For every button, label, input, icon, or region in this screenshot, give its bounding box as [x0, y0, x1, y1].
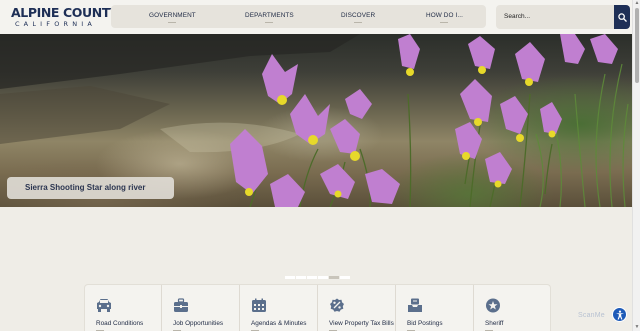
search-button[interactable] [614, 5, 630, 29]
search-box: Search... [496, 5, 630, 29]
search-icon [617, 12, 627, 22]
quick-link-road-conditions[interactable]: Road Conditions [85, 285, 162, 331]
quick-link-property-tax-bills[interactable]: View Property Tax Bills [318, 285, 396, 331]
tray-icon [408, 298, 422, 312]
hero-caption: Sierra Shooting Star along river [7, 177, 174, 199]
scroll-up-arrow[interactable]: ▲ [634, 0, 640, 6]
nav-item-discover[interactable]: DISCOVER [341, 12, 375, 23]
hero-caption-text: Sierra Shooting Star along river [25, 183, 146, 192]
quick-link-label: Job Opportunities [173, 320, 224, 331]
scrollbar-thumb[interactable] [635, 8, 639, 83]
nav-item-government[interactable]: GOVERNMENT [149, 12, 196, 23]
page-scrollbar[interactable]: ▲ ▼ [632, 0, 640, 331]
slide-dot-5[interactable] [329, 276, 339, 279]
quick-link-label: Agendas & Minutes [251, 320, 307, 331]
quick-link-job-opportunities[interactable]: Job Opportunities [162, 285, 240, 331]
hero-slideshow[interactable]: Sierra Shooting Star along river [0, 34, 632, 207]
star-badge-icon [486, 298, 500, 313]
scanme-watermark: ScanMe [578, 312, 605, 319]
main-nav: GOVERNMENT DEPARTMENTS DISCOVER HOW DO I… [111, 5, 486, 28]
scroll-down-arrow[interactable]: ▼ [634, 324, 640, 330]
quick-link-label: Bid Postings [407, 320, 443, 331]
slide-dot-6[interactable] [340, 276, 350, 279]
percent-badge-icon [330, 298, 344, 312]
slide-dot-4[interactable] [318, 276, 328, 279]
slide-indicators [285, 276, 350, 279]
accessibility-button[interactable] [612, 307, 627, 322]
briefcase-icon [174, 298, 188, 312]
logo-subtitle: CALIFORNIA [14, 20, 97, 28]
quick-link-agendas-minutes[interactable]: Agendas & Minutes [240, 285, 318, 331]
slide-dot-2[interactable] [296, 276, 306, 279]
quick-link-sheriff[interactable]: Sheriff [474, 285, 552, 331]
calendar-icon [252, 298, 266, 312]
quick-link-label: Sheriff [485, 320, 504, 331]
quick-links-bar: Road Conditions Job Opportunities Agenda… [84, 284, 551, 331]
quick-link-bid-postings[interactable]: Bid Postings [396, 285, 474, 331]
quick-link-label: Road Conditions [96, 320, 144, 331]
nav-item-departments[interactable]: DEPARTMENTS [245, 12, 294, 23]
county-logo[interactable]: ALPINE COUNTY CALIFORNIA [11, 5, 119, 28]
car-icon [97, 299, 111, 312]
logo-title: ALPINE COUNTY [11, 5, 119, 20]
site-header: ALPINE COUNTY CALIFORNIA GOVERNMENT DEPA… [0, 0, 632, 34]
accessibility-icon [615, 310, 624, 320]
slide-dot-3[interactable] [307, 276, 317, 279]
nav-item-how-do-i[interactable]: HOW DO I... [426, 12, 463, 23]
slide-dot-1[interactable] [285, 276, 295, 279]
quick-link-label: View Property Tax Bills [329, 320, 394, 331]
search-input[interactable]: Search... [504, 13, 530, 20]
